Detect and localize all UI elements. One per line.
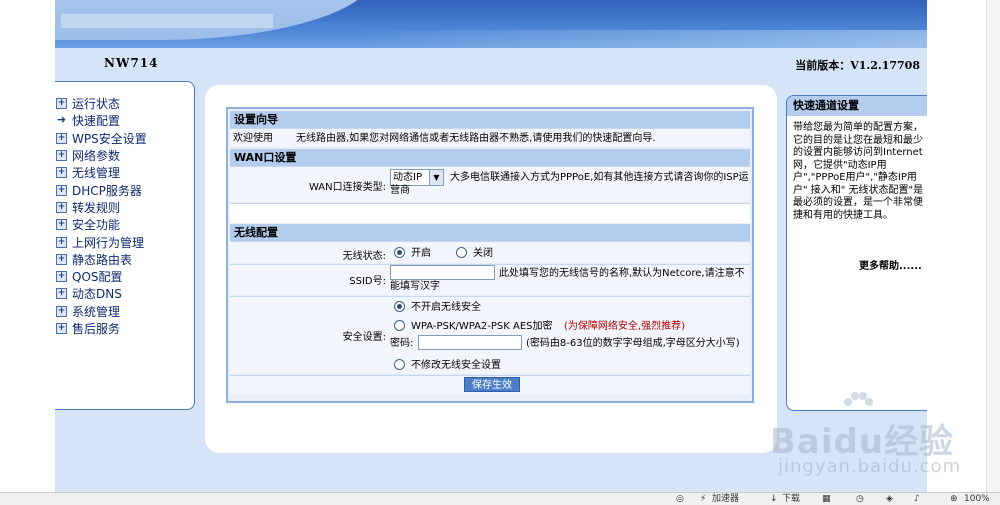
quick-config-form: 设置向导 欢迎使用 无线路由器,如果您对网络通信或者无线路由器不熟悉,请使用我们… <box>226 107 754 403</box>
welcome-label: 欢迎使用 <box>233 133 273 144</box>
sidebar-item-security[interactable]: + 安全功能 <box>55 216 194 233</box>
password-label: 密码: <box>390 338 414 349</box>
help-panel: 快速通道设置 带给您最为简单的配置方案，它的目的是让您在最短和最少的设置内能够访… <box>786 95 927 411</box>
welcome-text: 无线路由器,如果您对网络通信或者无线路由器不熟悉,请使用我们的快速配置向导. <box>296 133 656 144</box>
security-keep-radio[interactable] <box>394 359 405 370</box>
wireless-status-label: 无线状态: <box>342 251 386 262</box>
vertical-scrollbar[interactable] <box>986 0 1000 492</box>
security-keep-label: 不修改无线安全设置 <box>411 360 501 371</box>
wireless-off-label: 关闭 <box>473 248 493 259</box>
sidebar-item-wps-security[interactable]: + WPS安全设置 <box>55 130 194 147</box>
wireless-on-radio[interactable] <box>394 247 405 258</box>
model-name: NW714 <box>104 56 159 70</box>
sidebar-item-label: QOS配置 <box>72 270 123 285</box>
plus-box-icon: + <box>56 150 67 162</box>
plus-box-icon: + <box>56 271 67 283</box>
sidebar-item-run-status[interactable]: + 运行状态 <box>55 95 194 112</box>
sidebar-item-label: 动态DNS <box>72 287 122 302</box>
banner-glow <box>355 30 927 48</box>
ssid-hint: 此处填写您的无线信号的名称,默认为Netcore,请注意不能填写汉字 <box>390 268 745 292</box>
section-header-wan: WAN口设置 <box>230 149 750 166</box>
sidebar-item-label: 安全功能 <box>72 218 121 233</box>
accelerator-icon[interactable]: ⚡ <box>700 493 706 505</box>
plus-box-icon: + <box>56 305 67 317</box>
sound-icon[interactable]: ♪ <box>914 493 920 505</box>
sidebar-list: + 运行状态 ➜ 快速配置 + WPS安全设置 + 网络参数 + 无线管理 + DHCP服务… <box>55 82 194 337</box>
banner-stripe <box>61 14 273 28</box>
more-help-link[interactable]: 更多帮助...... <box>859 257 922 272</box>
wireless-off-radio[interactable] <box>456 247 467 258</box>
security-none-radio[interactable] <box>394 301 405 312</box>
download-label[interactable]: 下载 <box>782 493 800 505</box>
sidebar-item-label: 无线管理 <box>72 166 121 181</box>
welcome-row: 欢迎使用 无线路由器,如果您对网络通信或者无线路由器不熟悉,请使用我们的快速配置… <box>230 128 750 147</box>
sidebar-item-static-route[interactable]: + 静态路由表 <box>55 251 194 268</box>
accelerator-label[interactable]: 加速器 <box>712 493 739 505</box>
plus-box-icon: + <box>56 323 67 334</box>
sidebar-item-label: 运行状态 <box>72 97 121 112</box>
zoom-level[interactable]: 100% <box>964 493 990 505</box>
sidebar-item-label: 售后服务 <box>72 322 121 336</box>
browser-status-bar: ◎ ⚡ 加速器 ↓ 下载 ▦ ◷ ◈ ♪ ⊕ 100% <box>0 492 1000 505</box>
wan-type-hint: 大多电信联通接入方式为PPPoE,如有其他连接方式请咨询你的ISP运营商 <box>390 172 749 196</box>
sidebar-item-qos[interactable]: + QOS配置 <box>55 268 194 285</box>
plus-box-icon: + <box>56 236 67 248</box>
wan-type-label: WAN口连接类型: <box>308 182 386 193</box>
router-admin-page: NW714 当前版本：V1.2.17708 + 运行状态 ➜ 快速配置 + WPS安全… <box>0 0 1000 505</box>
sidebar-item-system[interactable]: + 系统管理 <box>55 303 194 320</box>
plus-box-icon: + <box>56 98 67 110</box>
plus-box-icon: + <box>56 253 67 265</box>
password-hint: (密码由8-63位的数字字母组成,字母区分大小写) <box>526 338 740 349</box>
help-title: 快速通道设置 <box>787 96 927 116</box>
sidebar-item-label: 网络参数 <box>72 149 121 164</box>
globe-icon[interactable]: ◎ <box>676 493 684 505</box>
sidebar-item-network[interactable]: + 网络参数 <box>55 147 194 164</box>
sidebar-item-quick-config[interactable]: ➜ 快速配置 <box>55 112 194 129</box>
sidebar-item-label: 转发规则 <box>72 200 121 215</box>
password-input[interactable] <box>418 335 522 350</box>
plus-box-icon: + <box>56 201 67 213</box>
plus-box-icon: + <box>56 288 67 300</box>
sidebar-nav: + 运行状态 ➜ 快速配置 + WPS安全设置 + 网络参数 + 无线管理 + DHCP服务… <box>55 81 195 410</box>
plus-box-icon: + <box>56 132 67 144</box>
section-header-wireless: 无线配置 <box>230 224 750 241</box>
security-label: 安全设置: <box>342 332 386 343</box>
sidebar-item-label: DHCP服务器 <box>72 183 142 198</box>
sidebar-item-label: 上网行为管理 <box>72 235 145 250</box>
sidebar-item-dhcp[interactable]: + DHCP服务器 <box>55 181 194 198</box>
plus-box-icon: + <box>56 219 67 231</box>
security-wpa-hint: (为保障网络安全,强烈推荐) <box>564 321 685 332</box>
zoom-icon[interactable]: ⊕ <box>950 493 958 505</box>
sidebar-item-behavior[interactable]: + 上网行为管理 <box>55 233 194 250</box>
baidu-watermark: Baidu经验 jingyan.baidu.com <box>756 392 996 484</box>
sidebar-item-label: 系统管理 <box>72 304 121 319</box>
sidebar-item-label: 快速配置 <box>72 114 121 129</box>
download-icon[interactable]: ↓ <box>770 493 778 505</box>
plus-box-icon: + <box>56 184 67 196</box>
security-wpa-radio[interactable] <box>394 320 405 331</box>
sidebar-item-service[interactable]: + 售后服务 <box>55 320 194 337</box>
sidebar-item-forwarding[interactable]: + 转发规则 <box>55 199 194 216</box>
sidebar-item-label: 静态路由表 <box>72 252 133 267</box>
sidebar-item-wireless[interactable]: + 无线管理 <box>55 164 194 181</box>
security-wpa-label: WPA-PSK/WPA2-PSK AES加密 <box>411 321 553 332</box>
arrow-right-icon: ➜ <box>56 113 67 127</box>
ssid-label: SSID号: <box>349 276 386 287</box>
security-none-label: 不开启无线安全 <box>411 302 481 313</box>
sidebar-item-label: WPS安全设置 <box>72 131 147 146</box>
firmware-version: 当前版本：V1.2.17708 <box>795 59 920 72</box>
wireless-on-label: 开启 <box>411 248 431 259</box>
share-icon[interactable]: ◈ <box>886 493 893 505</box>
grid-icon[interactable]: ▦ <box>822 493 831 505</box>
help-body: 带给您最为简单的配置方案，它的目的是让您在最短和最少的设置内能够访问到Inter… <box>793 122 924 221</box>
save-button[interactable]: 保存生效 <box>464 377 520 392</box>
watermark-url: jingyan.baidu.com <box>778 456 962 477</box>
header-banner <box>55 0 927 48</box>
section-header-wizard: 设置向导 <box>230 111 750 128</box>
spacer-row <box>230 203 750 223</box>
plus-box-icon: + <box>56 167 67 179</box>
sidebar-item-ddns[interactable]: + 动态DNS <box>55 285 194 302</box>
history-icon[interactable]: ◷ <box>856 493 864 505</box>
